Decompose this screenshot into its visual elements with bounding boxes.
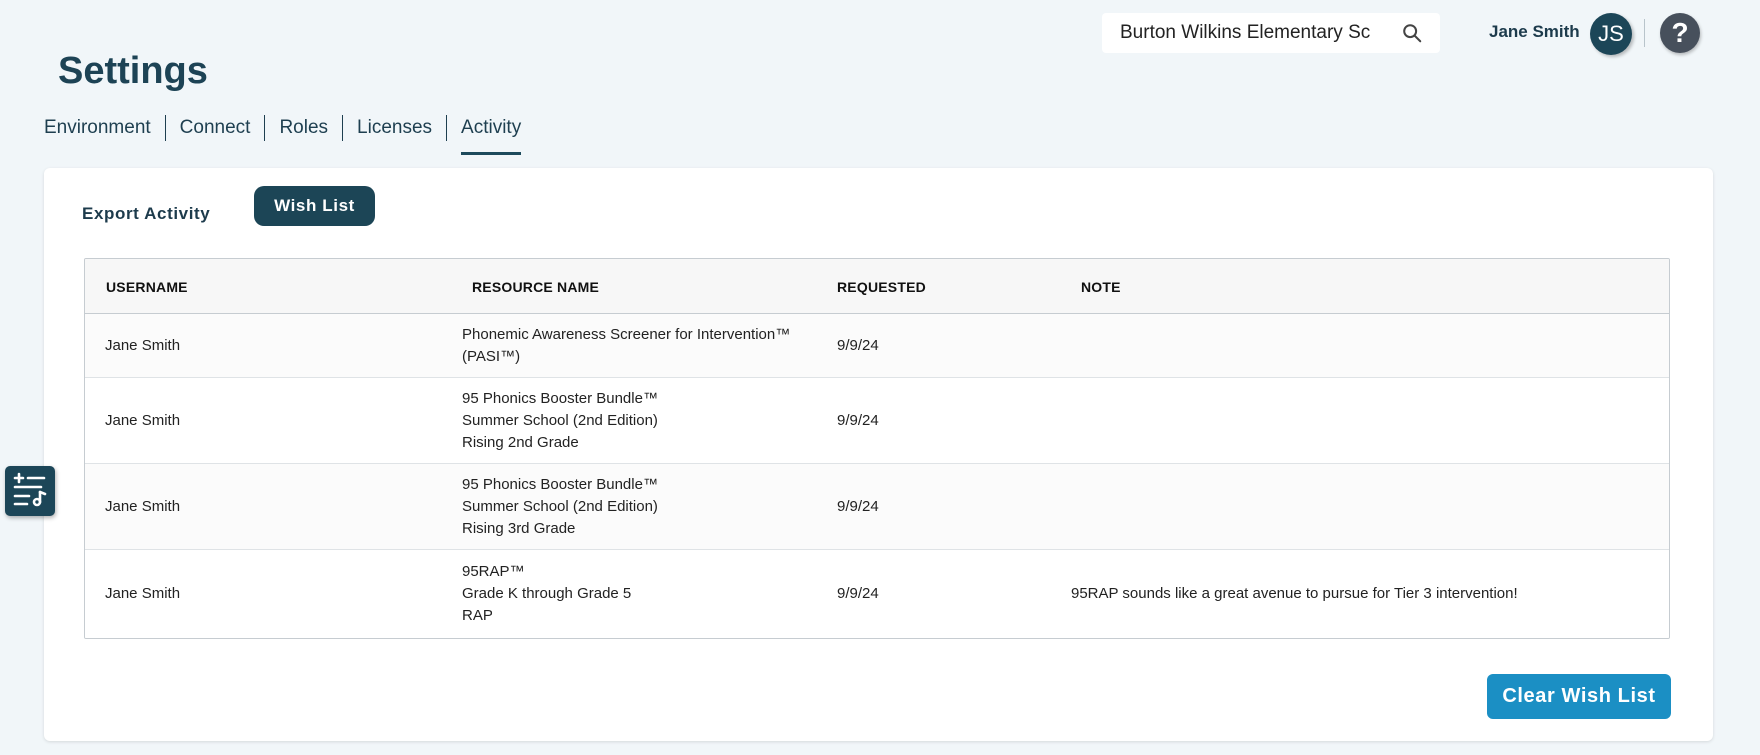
cell-username: Jane Smith: [105, 336, 181, 354]
cell-username: Jane Smith: [105, 411, 181, 429]
cell-resource-name: Phonemic Awareness Screener for Interven…: [462, 324, 790, 368]
wish-list-table: USERNAME RESOURCE NAME REQUESTED NOTE Ja…: [84, 258, 1670, 639]
resource-line: 95 Phonics Booster Bundle™: [462, 389, 658, 407]
cell-requested: 9/9/24: [837, 336, 879, 354]
resource-line: Rising 2nd Grade: [462, 433, 579, 451]
table-row[interactable]: Jane Smith 95RAP™ Grade K through Grade …: [85, 550, 1669, 638]
resource-line: Phonemic Awareness Screener for Interven…: [462, 325, 791, 343]
sliders-music-icon: [11, 470, 49, 513]
cell-resource-name: 95RAP™ Grade K through Grade 5 RAP: [462, 561, 631, 627]
clear-wish-list-button[interactable]: Clear Wish List: [1487, 674, 1671, 719]
settings-tabs: Environment Connect Roles Licenses Activ…: [44, 115, 535, 155]
cell-requested: 9/9/24: [837, 497, 879, 515]
cell-resource-name: 95 Phonics Booster Bundle™ Summer School…: [462, 474, 658, 540]
tab-environment[interactable]: Environment: [44, 115, 166, 141]
filter-widget-button[interactable]: [5, 466, 55, 516]
resource-line: 95RAP™: [462, 563, 525, 580]
page-title: Settings: [58, 50, 208, 92]
user-name[interactable]: Jane Smith: [1489, 22, 1580, 42]
column-header-resource-name[interactable]: RESOURCE NAME: [472, 279, 599, 295]
header-divider: [1644, 19, 1645, 47]
avatar[interactable]: JS: [1590, 13, 1632, 55]
cell-note: 95RAP sounds like a great avenue to purs…: [1071, 585, 1518, 602]
resource-line: Rising 3rd Grade: [462, 519, 576, 537]
export-activity-tab[interactable]: Export Activity: [82, 196, 210, 232]
table-body: Jane Smith Phonemic Awareness Screener f…: [85, 314, 1669, 638]
column-header-requested[interactable]: REQUESTED: [837, 279, 926, 295]
resource-line: Summer School (2nd Edition): [462, 411, 658, 429]
cell-requested: 9/9/24: [837, 411, 879, 429]
tab-activity[interactable]: Activity: [447, 115, 535, 155]
tab-roles[interactable]: Roles: [265, 115, 344, 141]
resource-line: 95 Phonics Booster Bundle™: [462, 475, 658, 493]
tab-connect[interactable]: Connect: [166, 115, 266, 141]
help-button[interactable]: ?: [1660, 13, 1700, 53]
resource-line: Grade K through Grade 5: [462, 585, 632, 602]
school-search-input[interactable]: [1120, 22, 1400, 44]
column-header-note[interactable]: NOTE: [1081, 279, 1121, 295]
school-search[interactable]: [1102, 13, 1440, 53]
tab-licenses[interactable]: Licenses: [343, 115, 448, 141]
table-row[interactable]: Jane Smith 95 Phonics Booster Bundle™ Su…: [85, 378, 1669, 464]
cell-username: Jane Smith: [105, 497, 181, 515]
table-row[interactable]: Jane Smith Phonemic Awareness Screener f…: [85, 314, 1669, 378]
wish-list-tab[interactable]: Wish List: [254, 186, 375, 226]
table-header: USERNAME RESOURCE NAME REQUESTED NOTE: [85, 259, 1669, 314]
column-header-username[interactable]: USERNAME: [106, 279, 188, 295]
cell-username: Jane Smith: [105, 585, 181, 602]
resource-line: (PASI™): [462, 347, 521, 365]
resource-line: RAP: [462, 607, 493, 624]
table-row[interactable]: Jane Smith 95 Phonics Booster Bundle™ Su…: [85, 464, 1669, 550]
cell-requested: 9/9/24: [837, 585, 879, 602]
resource-line: Summer School (2nd Edition): [462, 497, 658, 515]
search-icon[interactable]: [1400, 21, 1424, 45]
cell-resource-name: 95 Phonics Booster Bundle™ Summer School…: [462, 388, 658, 454]
activity-card: Export Activity Wish List USERNAME RESOU…: [44, 168, 1713, 741]
